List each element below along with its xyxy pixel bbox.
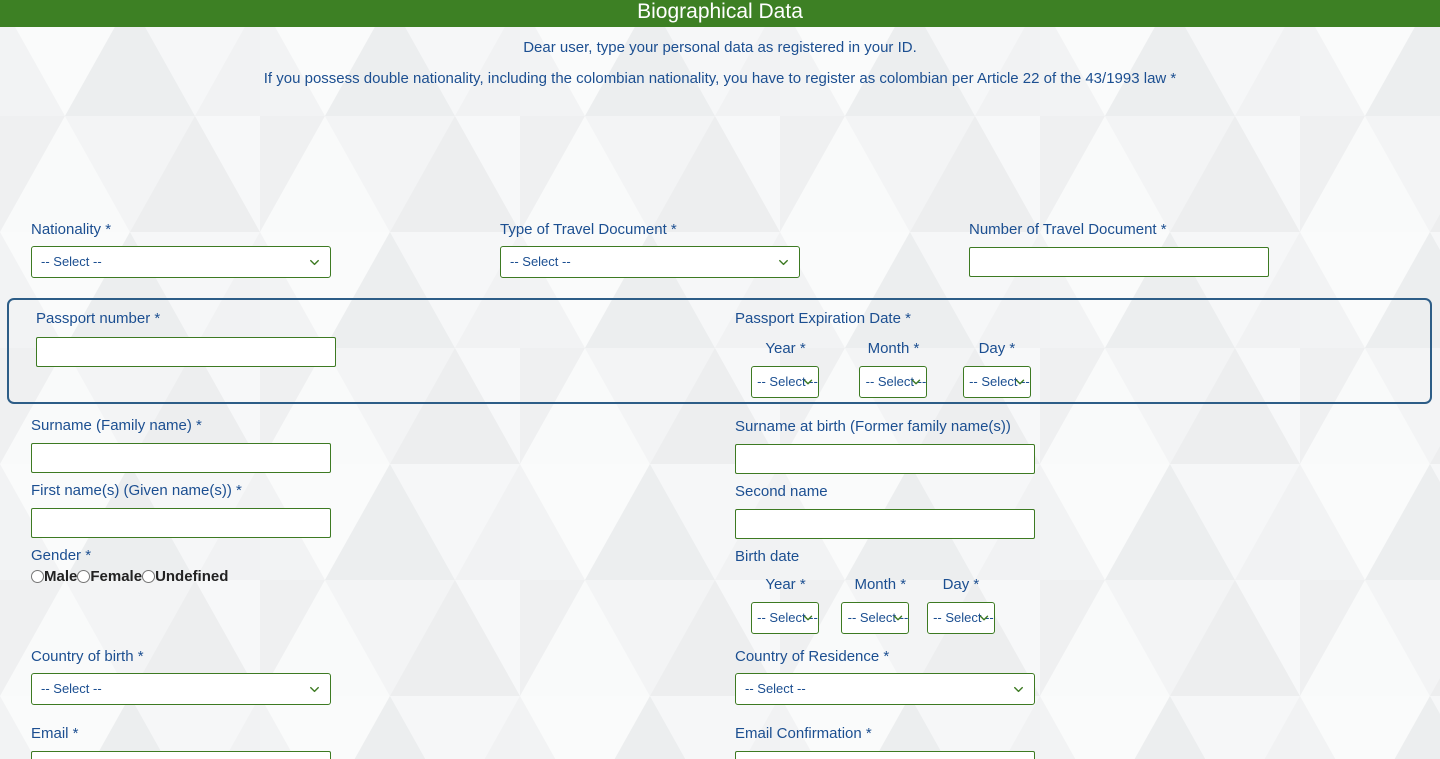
label-travel-doc-number: Number of Travel Document * — [969, 221, 1167, 238]
field-first-names: First name(s) (Given name(s)) * — [31, 482, 331, 538]
chevron-down-icon — [1011, 674, 1026, 704]
chevron-down-icon — [801, 603, 815, 633]
radio-gender-male-label[interactable]: Male — [44, 568, 77, 585]
select-travel-doc-type[interactable]: -- Select -- — [500, 246, 800, 278]
label-birth-date-month: Month * — [854, 576, 907, 593]
field-surname: Surname (Family name) * — [31, 417, 331, 473]
radio-gender-undefined-label[interactable]: Undefined — [155, 568, 228, 585]
select-country-of-birth[interactable]: -- Select -- — [31, 673, 331, 705]
chevron-down-icon — [909, 367, 923, 397]
chevron-down-icon — [307, 247, 322, 277]
field-birth-date-day: Day * -- Select -- — [915, 576, 1007, 634]
label-second-name: Second name — [735, 483, 828, 500]
input-first-names[interactable] — [31, 508, 331, 538]
select-birth-date-year[interactable]: -- Select -- — [751, 602, 819, 634]
radio-gender-undefined[interactable] — [142, 570, 156, 583]
label-email-confirmation: Email Confirmation * — [735, 725, 872, 742]
chevron-down-icon — [891, 603, 905, 633]
input-second-name[interactable] — [735, 509, 1035, 539]
select-passport-expiration-year[interactable]: -- Select -- — [751, 366, 819, 398]
chevron-down-icon — [776, 247, 791, 277]
chevron-down-icon — [977, 603, 991, 633]
chevron-down-icon — [801, 367, 815, 397]
input-surname[interactable] — [31, 443, 331, 473]
radio-gender-female[interactable] — [77, 570, 91, 583]
label-passport-expiration-day: Day * — [978, 340, 1016, 357]
select-nationality-value: -- Select -- — [41, 254, 102, 269]
label-passport-expiration: Passport Expiration Date * — [735, 310, 911, 327]
select-birth-date-day[interactable]: -- Select -- — [926, 602, 995, 634]
field-second-name: Second name — [735, 483, 1035, 539]
select-country-of-residence[interactable]: -- Select -- — [735, 673, 1035, 705]
field-passport-expiration-year: Year * -- Select -- — [735, 340, 836, 398]
input-travel-doc-number[interactable] — [969, 247, 1269, 277]
label-email: Email * — [31, 725, 79, 742]
label-gender: Gender * — [31, 547, 92, 564]
field-country-of-birth: Country of birth * -- Select -- — [31, 648, 331, 705]
radio-gender-female-label[interactable]: Female — [90, 568, 142, 585]
field-travel-doc-number: Number of Travel Document * — [969, 221, 1269, 277]
field-birth-date-month: Month * -- Select -- — [840, 576, 910, 634]
label-passport-number: Passport number * — [36, 310, 161, 327]
radio-gender-male[interactable] — [31, 570, 44, 583]
field-passport-number: Passport number * — [36, 310, 336, 367]
input-email[interactable] — [31, 751, 331, 759]
input-surname-at-birth[interactable] — [735, 444, 1035, 474]
input-passport-number[interactable] — [36, 337, 336, 367]
label-travel-doc-type: Type of Travel Document * — [500, 221, 677, 238]
label-passport-expiration-month: Month * — [867, 340, 920, 357]
label-country-of-birth: Country of birth * — [31, 648, 144, 665]
group-birth-date: Birth date Year * -- Select -- Month * -… — [735, 548, 1007, 634]
label-country-of-residence: Country of Residence * — [735, 648, 890, 665]
radio-group-gender: Male Female Undefined — [31, 568, 228, 586]
select-passport-expiration-month[interactable]: -- Select -- — [859, 366, 928, 398]
field-travel-doc-type: Type of Travel Document * -- Select -- — [500, 221, 800, 278]
label-birth-date-year: Year * — [765, 576, 806, 593]
field-country-of-residence: Country of Residence * -- Select -- — [735, 648, 1035, 705]
select-country-of-residence-value: -- Select -- — [745, 681, 806, 696]
field-gender: Gender * Male Female Undefined — [31, 547, 228, 586]
select-nationality[interactable]: -- Select -- — [31, 246, 331, 278]
page-title: Biographical Data — [0, 0, 1440, 27]
field-email-confirmation: Email Confirmation * — [735, 725, 1035, 759]
group-passport-expiration: Passport Expiration Date * Year * -- Sel… — [735, 310, 1043, 398]
label-nationality: Nationality * — [31, 221, 112, 238]
chevron-down-icon — [1013, 367, 1027, 397]
field-birth-date-year: Year * -- Select -- — [735, 576, 836, 634]
label-passport-expiration-year: Year * — [765, 340, 806, 357]
select-country-of-birth-value: -- Select -- — [41, 681, 102, 696]
field-surname-at-birth: Surname at birth (Former family name(s)) — [735, 418, 1035, 474]
intro-line-1: Dear user, type your personal data as re… — [523, 39, 917, 56]
field-email: Email * — [31, 725, 331, 759]
intro-text-block: Dear user, type your personal data as re… — [0, 27, 1440, 87]
label-surname-at-birth: Surname at birth (Former family name(s)) — [735, 418, 1011, 435]
label-birth-date: Birth date — [735, 548, 800, 565]
field-passport-expiration-day: Day * -- Select -- — [951, 340, 1043, 398]
select-travel-doc-type-value: -- Select -- — [510, 254, 571, 269]
chevron-down-icon — [307, 674, 322, 704]
label-surname: Surname (Family name) * — [31, 417, 202, 434]
label-first-names: First name(s) (Given name(s)) * — [31, 482, 242, 499]
select-passport-expiration-day[interactable]: -- Select -- — [962, 366, 1031, 398]
label-birth-date-day: Day * — [942, 576, 980, 593]
field-nationality: Nationality * -- Select -- — [31, 221, 331, 278]
input-email-confirmation[interactable] — [735, 751, 1035, 759]
select-birth-date-month[interactable]: -- Select -- — [841, 602, 910, 634]
field-passport-expiration-month: Month * -- Select -- — [840, 340, 946, 398]
intro-line-2: If you possess double nationality, inclu… — [263, 70, 1177, 87]
